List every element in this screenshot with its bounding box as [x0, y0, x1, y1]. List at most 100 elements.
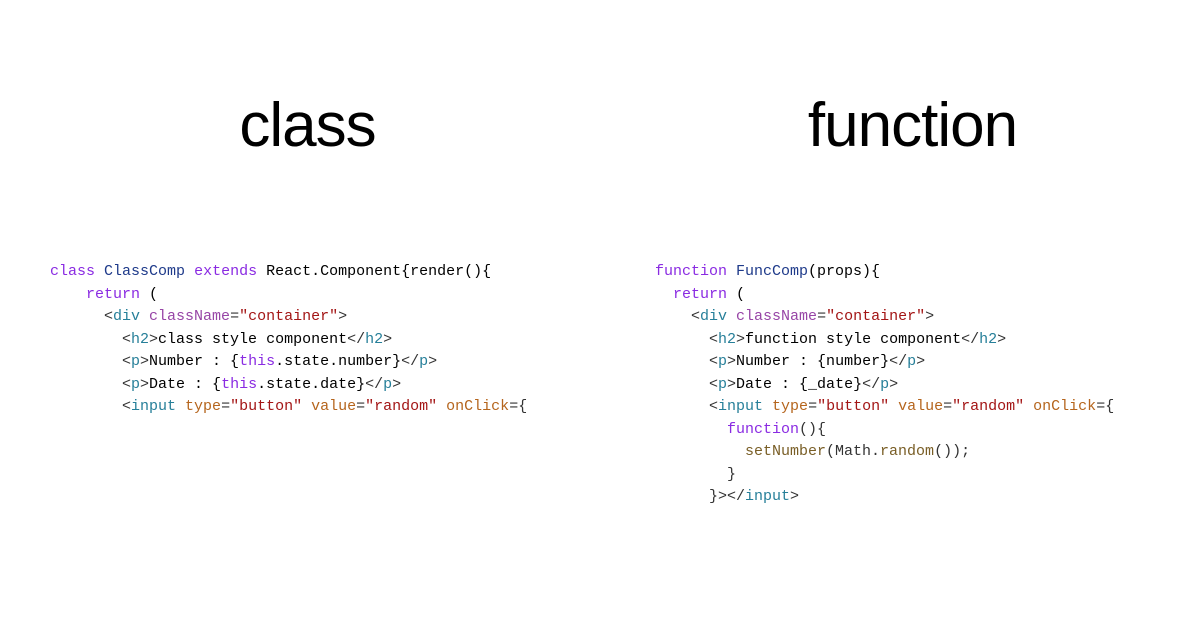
- eq: =: [943, 398, 952, 415]
- gt: >: [790, 488, 799, 505]
- container-str: "container": [826, 308, 925, 325]
- sp: [1024, 398, 1033, 415]
- h2-text: function style component: [745, 331, 961, 348]
- button-str: "button": [230, 398, 302, 415]
- eq: =: [356, 398, 365, 415]
- input-end: input: [745, 488, 790, 505]
- value-attr: value: [311, 398, 356, 415]
- lt-slash: </: [862, 376, 880, 393]
- call-tail: ());: [934, 443, 970, 460]
- input-tag: input: [718, 398, 763, 415]
- sp: [763, 398, 772, 415]
- h2-end: h2: [365, 331, 383, 348]
- this-kw: this: [221, 376, 257, 393]
- indent: <: [655, 331, 718, 348]
- kw-return: return: [673, 286, 727, 303]
- container-str: "container": [239, 308, 338, 325]
- date-text: Date : {: [149, 376, 221, 393]
- sp: [727, 308, 736, 325]
- indent: <: [50, 398, 131, 415]
- indent: <: [50, 353, 131, 370]
- lt-slash: </: [365, 376, 383, 393]
- indent: <: [50, 331, 131, 348]
- math-dot: (Math.: [826, 443, 880, 460]
- gt: >: [140, 353, 149, 370]
- eq: =: [221, 398, 230, 415]
- params: (props){: [808, 263, 880, 280]
- onclick-attr: onClick: [1033, 398, 1096, 415]
- kw-class: class: [50, 263, 95, 280]
- class-name: ClassComp: [104, 263, 185, 280]
- class-heading: class: [50, 90, 565, 161]
- sp: [437, 398, 446, 415]
- eq-brace: ={: [509, 398, 527, 415]
- function-heading: function: [655, 90, 1170, 161]
- type-attr: type: [185, 398, 221, 415]
- random-str: "random": [952, 398, 1024, 415]
- lt-slash: </: [727, 488, 745, 505]
- func-name: FuncComp: [736, 263, 808, 280]
- kw-function: function: [655, 263, 727, 280]
- paren: (: [140, 286, 158, 303]
- kw-function-inner: function: [727, 421, 799, 438]
- eq: =: [817, 308, 826, 325]
- indent: [655, 421, 727, 438]
- p-end: p: [907, 353, 916, 370]
- fn-head: (){: [799, 421, 826, 438]
- number-text: Number : {: [149, 353, 239, 370]
- p-tag: p: [718, 376, 727, 393]
- function-column: function function FuncComp(props){ retur…: [595, 0, 1200, 630]
- tail: {render(){: [401, 263, 491, 280]
- function-code: function FuncComp(props){ return ( <div …: [655, 261, 1170, 509]
- classname-attr: className: [149, 308, 230, 325]
- paren: (: [727, 286, 745, 303]
- state-date: .state.date}: [257, 376, 365, 393]
- indent: <: [655, 353, 718, 370]
- close-brace: }: [655, 466, 736, 483]
- value-attr: value: [898, 398, 943, 415]
- sp: [140, 308, 149, 325]
- lt-slash: </: [889, 353, 907, 370]
- sp: [889, 398, 898, 415]
- input-tag: input: [131, 398, 176, 415]
- p-tag: p: [131, 376, 140, 393]
- eq-brace: ={: [1096, 398, 1114, 415]
- this-kw: this: [239, 353, 275, 370]
- random-call: random: [880, 443, 934, 460]
- lt-slash: </: [401, 353, 419, 370]
- h2-text: class style component: [158, 331, 347, 348]
- gt: >: [383, 331, 392, 348]
- indent: <: [50, 308, 113, 325]
- state-number: .state.number}: [275, 353, 401, 370]
- indent: <: [655, 376, 718, 393]
- gt: >: [997, 331, 1006, 348]
- react-component: React.Component: [266, 263, 401, 280]
- gt: >: [727, 353, 736, 370]
- gt: >: [889, 376, 898, 393]
- lt-slash: </: [347, 331, 365, 348]
- indent: <: [655, 308, 700, 325]
- gt: >: [392, 376, 401, 393]
- sp: [302, 398, 311, 415]
- indent: <: [50, 376, 131, 393]
- gt: >: [925, 308, 934, 325]
- gt: >: [736, 331, 745, 348]
- div-tag: div: [113, 308, 140, 325]
- class-column: class class ClassComp extends React.Comp…: [0, 0, 595, 630]
- lt-slash: </: [961, 331, 979, 348]
- p-tag: p: [131, 353, 140, 370]
- gt: >: [916, 353, 925, 370]
- class-code: class ClassComp extends React.Component{…: [50, 261, 565, 419]
- p-end: p: [383, 376, 392, 393]
- setnumber-call: setNumber: [745, 443, 826, 460]
- onclick-attr: onClick: [446, 398, 509, 415]
- gt: >: [338, 308, 347, 325]
- kw-extends: extends: [194, 263, 257, 280]
- eq: =: [230, 308, 239, 325]
- date-text: Date : {_date}: [736, 376, 862, 393]
- div-tag: div: [700, 308, 727, 325]
- random-str: "random": [365, 398, 437, 415]
- indent: [655, 443, 745, 460]
- gt: >: [428, 353, 437, 370]
- eq: =: [808, 398, 817, 415]
